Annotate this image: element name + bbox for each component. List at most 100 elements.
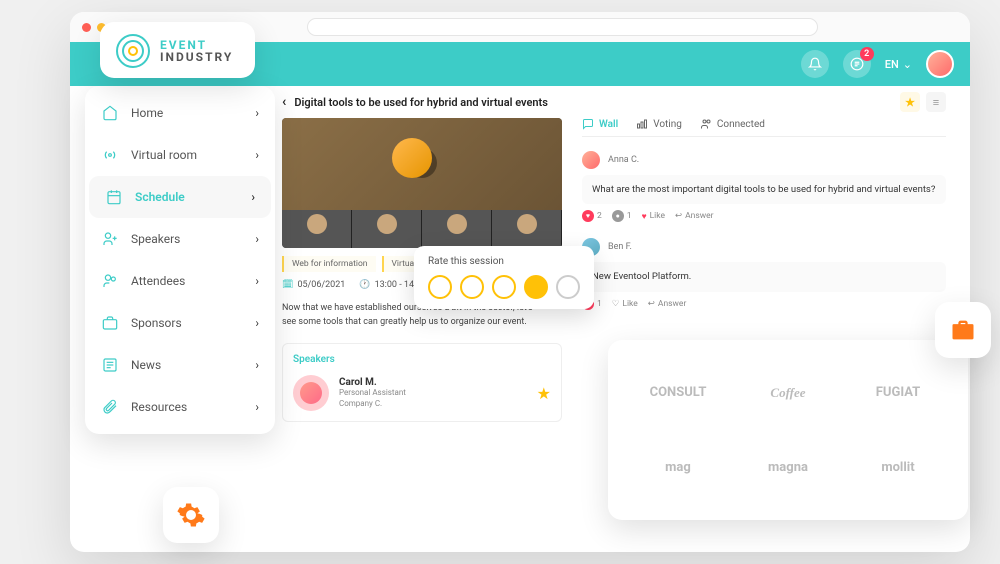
rating-face-1[interactable] (428, 275, 452, 299)
wall-tabs: Wall Voting Connected (582, 118, 946, 137)
sponsor-logo[interactable]: FUGIAT (876, 385, 921, 400)
chevron-right-icon: › (255, 106, 259, 120)
heart-count-icon: ♥ (582, 210, 594, 222)
notifications-button[interactable] (801, 50, 829, 78)
wall-post: Ben F. New Eventool Platform. ♥1 ♡Like ↩… (582, 238, 946, 309)
like-label: Like (650, 211, 665, 221)
post-actions: ♥1 ♡Like ↩Answer (582, 298, 946, 310)
tab-connected[interactable]: Connected (700, 118, 765, 130)
sidebar-item-speakers[interactable]: Speakers › (85, 218, 275, 260)
tab-label: Connected (717, 119, 765, 130)
sidebar-label: Attendees (131, 274, 185, 288)
language-selector[interactable]: EN ⌄ (885, 58, 912, 71)
chevron-right-icon: › (255, 232, 259, 246)
participant-thumb (352, 210, 422, 248)
sidebar-label: News (131, 358, 161, 372)
sidebar-item-home[interactable]: Home › (85, 92, 275, 134)
session-video[interactable] (282, 118, 562, 248)
chevron-down-icon: ⌄ (903, 58, 912, 71)
chevron-right-icon: › (255, 400, 259, 414)
sidebar-label: Schedule (135, 190, 185, 204)
tab-wall[interactable]: Wall (582, 118, 618, 130)
participant-thumb (282, 210, 352, 248)
clock-icon: 🕐 (359, 280, 370, 290)
sidebar-item-schedule[interactable]: Schedule › (89, 176, 271, 218)
favorite-button[interactable]: ★ (900, 92, 920, 112)
sidebar-label: Virtual room (131, 148, 197, 162)
tab-voting[interactable]: Voting (636, 118, 682, 130)
post-author: Ben F. (608, 242, 632, 252)
chevron-right-icon: › (255, 274, 259, 288)
sponsor-logo[interactable]: CONSULT (650, 385, 707, 400)
news-icon (101, 357, 119, 373)
star-icon[interactable]: ★ (537, 384, 551, 403)
tab-label: Wall (599, 119, 618, 130)
speaker-avatar (293, 375, 329, 411)
sidebar-item-attendees[interactable]: Attendees › (85, 260, 275, 302)
post-body: What are the most important digital tool… (582, 175, 946, 204)
window-close-dot[interactable] (82, 23, 91, 32)
user-avatar[interactable] (926, 50, 954, 78)
settings-float-icon[interactable] (163, 487, 219, 543)
rating-title: Rate this session (428, 256, 580, 267)
like-button[interactable]: ♥Like (642, 211, 665, 222)
answer-button[interactable]: ↩Answer (675, 211, 714, 221)
url-bar[interactable] (307, 18, 818, 36)
sidebar-item-virtual-room[interactable]: Virtual room › (85, 134, 275, 176)
heart-count: 2 (597, 211, 602, 221)
participant-thumb (422, 210, 492, 248)
participant-thumb (492, 210, 562, 248)
brand-logo[interactable]: EVENT INDUSTRY (100, 22, 255, 78)
messages-badge: 2 (860, 47, 874, 61)
rating-popup: Rate this session (414, 246, 594, 309)
heart-count: 1 (597, 299, 602, 309)
session-date: 05/06/2021 (297, 280, 345, 290)
sponsor-logo[interactable]: magna (768, 460, 808, 475)
sidebar-label: Resources (131, 400, 187, 414)
rating-face-5[interactable] (556, 275, 580, 299)
speaker-row[interactable]: Carol M. Personal Assistant Company C. ★ (293, 375, 551, 411)
clip-icon (101, 399, 119, 415)
wall-post: Anna C. What are the most important digi… (582, 151, 946, 222)
breadcrumb: ‹ Digital tools to be used for hybrid an… (270, 86, 958, 118)
grey-count: 1 (627, 211, 632, 221)
chevron-right-icon: › (255, 316, 259, 330)
home-icon (101, 105, 119, 121)
answer-button[interactable]: ↩Answer (648, 299, 687, 309)
speaker-company: Company C. (339, 399, 527, 409)
logo-icon (116, 34, 150, 68)
sponsor-logo[interactable]: Coffee (770, 385, 805, 401)
sponsor-logo[interactable]: mollit (881, 460, 914, 475)
speaker-name: Carol M. (339, 377, 527, 388)
messages-button[interactable]: 2 (843, 50, 871, 78)
sidebar-item-sponsors[interactable]: Sponsors › (85, 302, 275, 344)
play-icon[interactable] (407, 148, 437, 178)
speakers-card: Speakers Carol M. Personal Assistant Com… (282, 343, 562, 422)
rating-face-3[interactable] (492, 275, 516, 299)
back-icon[interactable]: ‹ (282, 94, 286, 110)
sidebar-label: Home (131, 106, 163, 120)
chevron-right-icon: › (255, 148, 259, 162)
users-plus-icon (101, 231, 119, 247)
post-avatar (582, 151, 600, 169)
brand-line2: INDUSTRY (160, 51, 233, 63)
briefcase-float-icon[interactable] (935, 302, 991, 358)
tab-label: Voting (653, 119, 682, 130)
language-label: EN (885, 58, 899, 71)
view-toggle-button[interactable]: ≡ (926, 92, 946, 112)
like-label: Like (622, 299, 637, 309)
speaker-role: Personal Assistant (339, 388, 527, 398)
sidebar: Home › Virtual room › Schedule › Speaker… (85, 86, 275, 434)
answer-label: Answer (658, 299, 686, 309)
sidebar-item-resources[interactable]: Resources › (85, 386, 275, 428)
calendar-icon (105, 189, 123, 205)
post-body: New Eventool Platform. (582, 262, 946, 291)
sidebar-item-news[interactable]: News › (85, 344, 275, 386)
like-button[interactable]: ♡Like (612, 299, 638, 309)
rating-face-2[interactable] (460, 275, 484, 299)
sponsor-logo[interactable]: mag (665, 460, 691, 475)
users-icon (101, 273, 119, 289)
rating-face-4[interactable] (524, 275, 548, 299)
calendar-icon: 🗓 (282, 280, 293, 290)
tag: Web for information (282, 256, 376, 272)
